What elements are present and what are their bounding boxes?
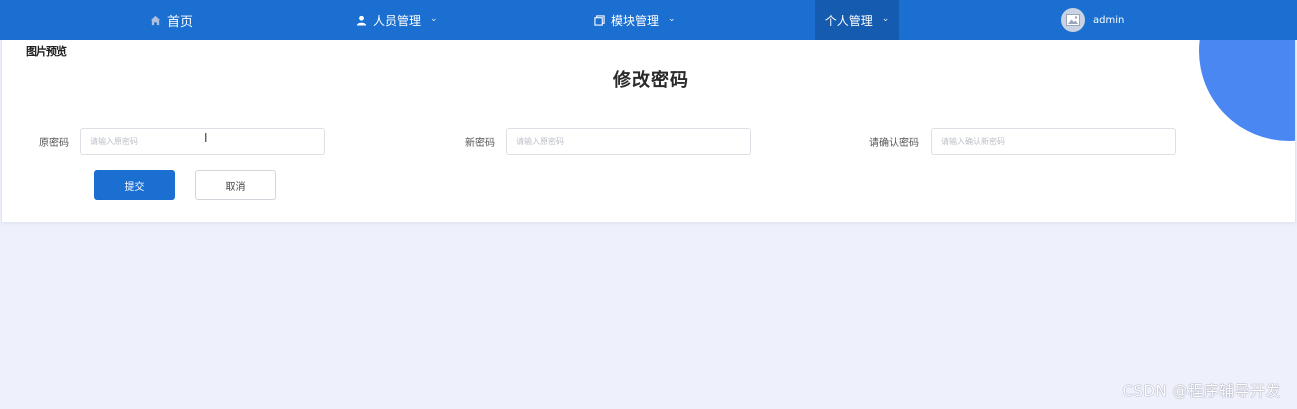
page-title: 修改密码 — [613, 70, 689, 91]
nav-module-management[interactable]: 模块管理 ⌄ — [594, 0, 676, 40]
nav-personal-management[interactable]: 个人管理 ⌄ — [815, 0, 899, 40]
old-password-label: 原密码 — [39, 138, 69, 149]
username: admin — [1093, 14, 1125, 26]
home-icon — [150, 15, 161, 25]
nav-people-management[interactable]: 人员管理 ⌄ — [356, 0, 438, 40]
confirm-password-label: 请确认密码 — [869, 138, 919, 149]
chevron-down-icon: ⌄ — [430, 14, 438, 24]
nav-home-label: 首页 — [167, 14, 194, 30]
new-password-input[interactable] — [506, 128, 751, 155]
broken-image-placeholder: 图片预览 — [26, 45, 67, 58]
user-menu[interactable]: admin — [1061, 0, 1124, 40]
chevron-down-icon: ⌄ — [881, 14, 890, 24]
user-icon — [356, 15, 367, 26]
text-cursor-icon: I — [204, 131, 208, 145]
cancel-button[interactable]: 取消 — [195, 170, 276, 200]
submit-button[interactable]: 提交 — [94, 170, 175, 200]
old-password-input[interactable] — [80, 128, 325, 155]
chevron-down-icon: ⌄ — [668, 14, 676, 24]
watermark: CSDN @程序辅导开发 — [1122, 382, 1281, 400]
nav-module-label: 模块管理 — [611, 13, 660, 28]
nav-people-label: 人员管理 — [373, 13, 422, 28]
confirm-password-input[interactable] — [931, 128, 1176, 155]
avatar[interactable] — [1061, 8, 1085, 32]
nav-personal-label: 个人管理 — [824, 13, 873, 28]
image-placeholder-icon — [1066, 14, 1080, 26]
change-password-card: 图片预览 修改密码 原密码 I 新密码 请确认密码 提交 取消 — [1, 40, 1296, 222]
module-icon — [594, 14, 605, 26]
nav-home[interactable]: 首页 — [150, 0, 193, 40]
new-password-label: 新密码 — [465, 138, 495, 149]
top-nav: 首页 人员管理 ⌄ 模块管理 ⌄ 个人管理 ⌄ admin — [0, 0, 1297, 40]
